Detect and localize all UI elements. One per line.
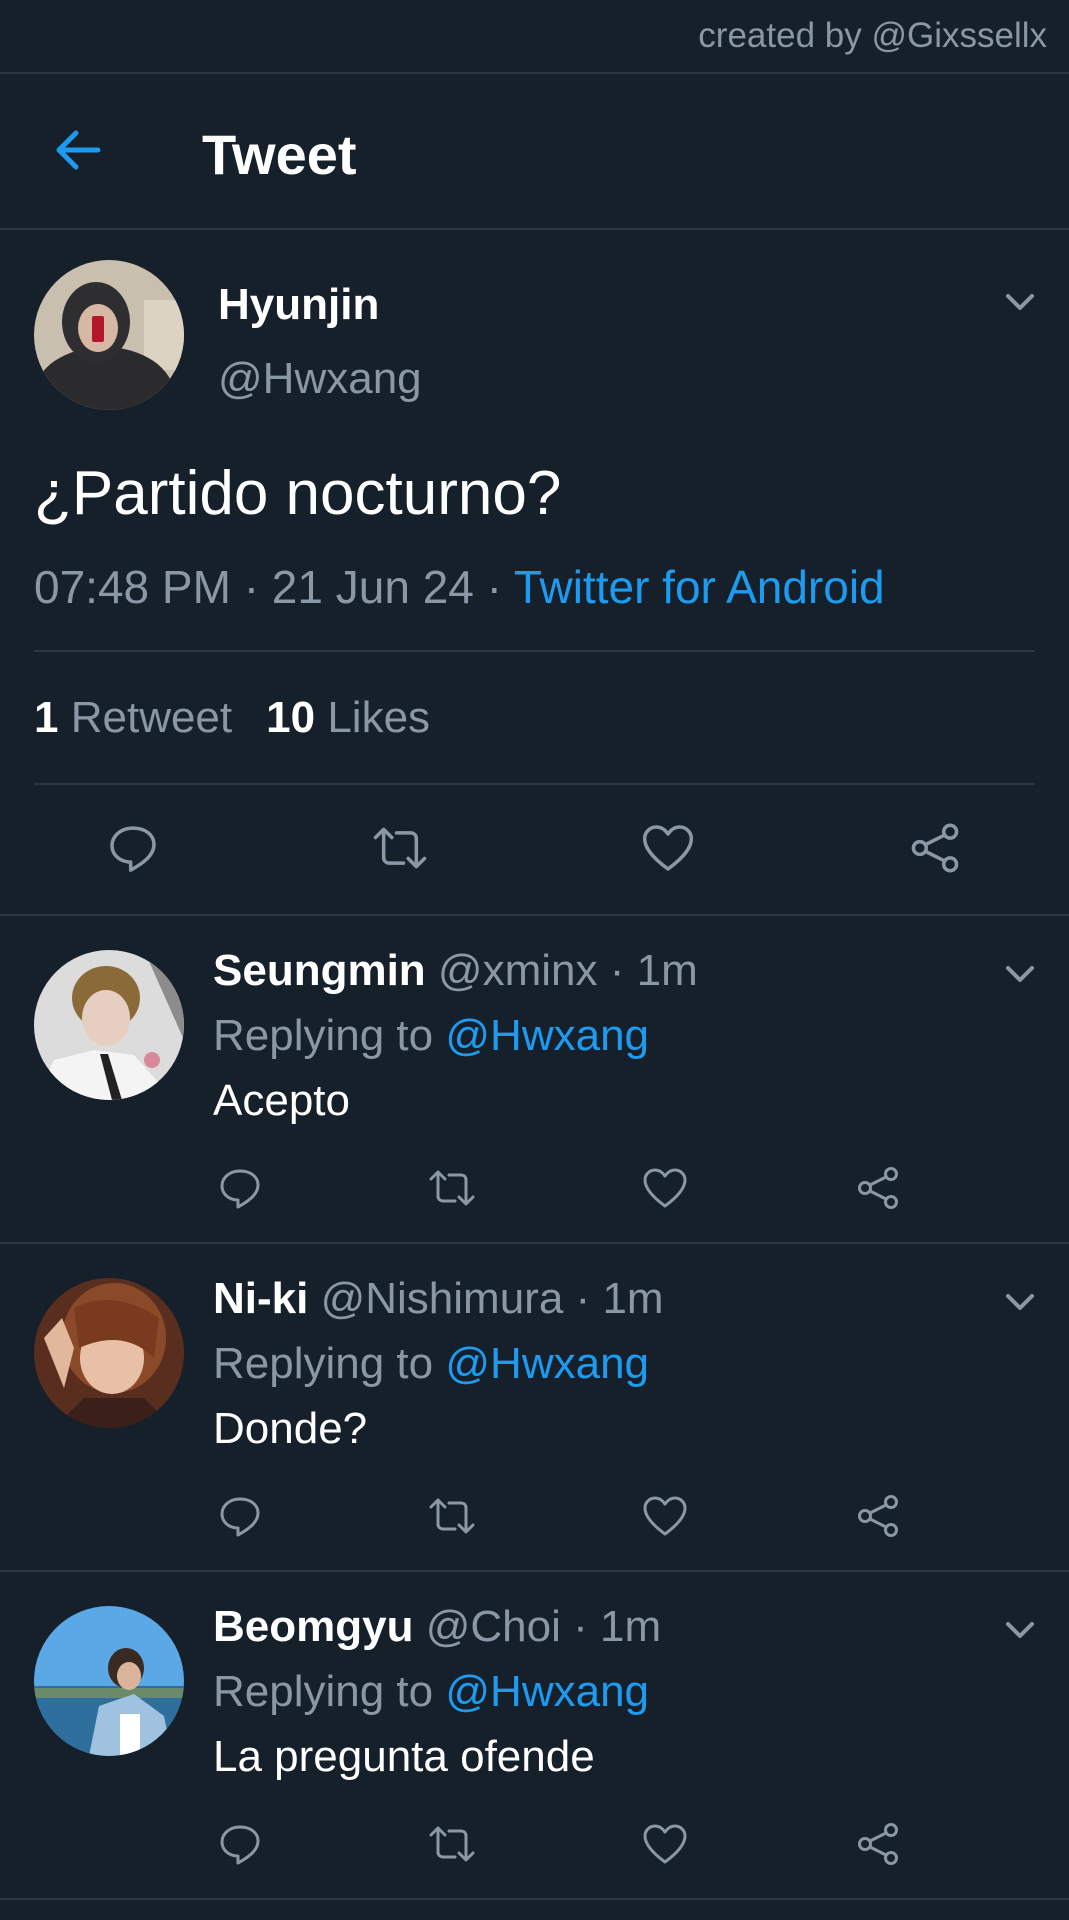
- mention-link[interactable]: @Hwxang: [445, 1011, 649, 1060]
- likes-label: Likes: [327, 693, 431, 742]
- mention-link[interactable]: @Hwxang: [445, 1667, 649, 1716]
- retweet-icon[interactable]: [372, 820, 428, 876]
- reply-tweet[interactable]: Beomgyu @Choi · 1m Replying to @Hwxang L…: [0, 1572, 1069, 1900]
- reply-age: 1m: [636, 946, 698, 995]
- share-icon[interactable]: [907, 820, 963, 876]
- avatar[interactable]: [34, 1278, 184, 1428]
- reply-author-handle[interactable]: @xminx: [438, 946, 598, 995]
- reply-age: 1m: [602, 1274, 664, 1323]
- meta-separator: ·: [573, 1602, 588, 1651]
- chevron-down-icon[interactable]: [1000, 954, 1040, 994]
- chevron-down-icon[interactable]: [1000, 1610, 1040, 1650]
- share-icon[interactable]: [854, 1164, 902, 1212]
- replying-to: Replying to @Hwxang: [213, 1011, 649, 1061]
- reply-actions: [0, 1820, 1069, 1880]
- reply-author-handle[interactable]: @Choi: [426, 1602, 561, 1651]
- share-icon[interactable]: [854, 1492, 902, 1540]
- tweet-page: created by @Gixssellx Tweet Hyunjin @Hwx…: [0, 0, 1069, 1920]
- top-bar: Tweet: [0, 72, 1069, 230]
- reply-author-name[interactable]: Beomgyu: [213, 1602, 413, 1651]
- meta-separator: ·: [243, 561, 260, 613]
- divider: [34, 783, 1035, 785]
- tweet-date: 21 Jun 24: [271, 561, 474, 613]
- reply-text: Acepto: [213, 1076, 350, 1125]
- retweets-count: 1: [34, 693, 59, 742]
- replying-to: Replying to @Hwxang: [213, 1667, 649, 1717]
- reply-actions: [0, 1492, 1069, 1552]
- retweet-icon[interactable]: [428, 1492, 476, 1540]
- like-heart-icon[interactable]: [641, 1492, 689, 1540]
- retweets-stat[interactable]: 1 Retweet: [34, 693, 232, 742]
- replying-to: Replying to @Hwxang: [213, 1339, 649, 1389]
- page-title: Tweet: [202, 123, 357, 186]
- like-heart-icon[interactable]: [641, 1164, 689, 1212]
- reply-tweet[interactable]: Ni-ki @Nishimura · 1m Replying to @Hwxan…: [0, 1244, 1069, 1572]
- reply-icon[interactable]: [216, 1164, 264, 1212]
- reply-author-name[interactable]: Ni-ki: [213, 1274, 308, 1323]
- mention-link[interactable]: @Hwxang: [445, 1339, 649, 1388]
- reply-text: La pregunta ofende: [213, 1732, 595, 1781]
- share-icon[interactable]: [854, 1820, 902, 1868]
- like-heart-icon[interactable]: [640, 820, 696, 876]
- chevron-down-icon[interactable]: [1000, 282, 1040, 322]
- tweet-stats: 1 Retweet 10 Likes: [34, 693, 430, 743]
- reply-icon[interactable]: [105, 820, 161, 876]
- reply-icon[interactable]: [216, 1820, 264, 1868]
- tweet-time: 07:48 PM: [34, 561, 231, 613]
- tweet-text: ¿Partido nocturno?: [34, 459, 562, 528]
- chevron-down-icon[interactable]: [1000, 1282, 1040, 1322]
- main-tweet: Hyunjin @Hwxang ¿Partido nocturno? 07:48…: [0, 230, 1069, 916]
- reply-icon[interactable]: [216, 1492, 264, 1540]
- tweet-meta: 07:48 PM · 21 Jun 24 · Twitter for Andro…: [34, 560, 885, 614]
- reply-age: 1m: [600, 1602, 662, 1651]
- tweet-source-link[interactable]: Twitter for Android: [514, 561, 885, 613]
- meta-separator: ·: [486, 561, 502, 613]
- replying-label: Replying to: [213, 1339, 434, 1388]
- retweet-icon[interactable]: [428, 1164, 476, 1212]
- likes-count: 10: [266, 693, 316, 742]
- avatar[interactable]: [34, 1606, 184, 1756]
- replying-label: Replying to: [213, 1667, 434, 1716]
- reply-author-name[interactable]: Seungmin: [213, 946, 426, 995]
- meta-separator: ·: [609, 946, 625, 995]
- divider: [34, 650, 1035, 652]
- author-name[interactable]: Hyunjin: [218, 280, 379, 330]
- reply-actions: [0, 1164, 1069, 1224]
- avatar[interactable]: [34, 950, 184, 1100]
- tweet-actions: [0, 820, 1069, 890]
- credit-watermark: created by @Gixssellx: [698, 16, 1047, 55]
- reply-header: Ni-ki @Nishimura · 1m: [213, 1274, 664, 1324]
- likes-stat[interactable]: 10 Likes: [266, 693, 430, 742]
- author-handle[interactable]: @Hwxang: [218, 354, 422, 404]
- retweet-icon[interactable]: [428, 1820, 476, 1868]
- like-heart-icon[interactable]: [641, 1820, 689, 1868]
- replying-label: Replying to: [213, 1011, 434, 1060]
- reply-header: Seungmin @xminx · 1m: [213, 946, 698, 996]
- meta-separator: ·: [575, 1274, 591, 1323]
- avatar[interactable]: [34, 260, 184, 410]
- reply-tweet[interactable]: Seungmin @xminx · 1m Replying to @Hwxang…: [0, 916, 1069, 1244]
- reply-header: Beomgyu @Choi · 1m: [213, 1602, 661, 1652]
- retweets-label: Retweet: [70, 693, 233, 742]
- reply-author-handle[interactable]: @Nishimura: [321, 1274, 564, 1323]
- back-arrow-icon[interactable]: [52, 124, 104, 176]
- reply-text: Donde?: [213, 1404, 368, 1453]
